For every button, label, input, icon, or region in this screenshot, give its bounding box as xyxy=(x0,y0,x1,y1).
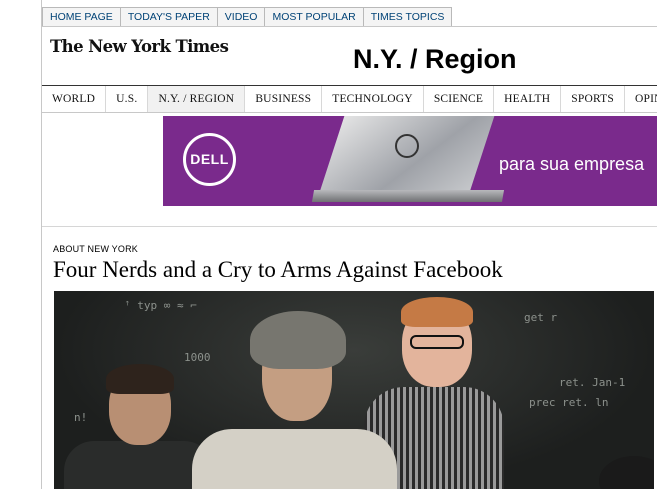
page: HOME PAGE TODAY'S PAPER VIDEO MOST POPUL… xyxy=(41,0,657,489)
top-nav-video[interactable]: VIDEO xyxy=(216,7,265,27)
person-four-head xyxy=(599,456,654,489)
top-nav-home-page[interactable]: HOME PAGE xyxy=(42,7,120,27)
section-nav-ny-region[interactable]: N.Y. / REGION xyxy=(148,86,246,112)
dell-logo-text: DELL xyxy=(190,151,229,167)
top-nav-todays-paper[interactable]: TODAY'S PAPER xyxy=(119,7,217,27)
glasses-icon xyxy=(410,335,464,349)
laptop-base-image xyxy=(311,190,505,202)
article-photo: ꜛ typ ∞ ≈ ⌐ 1000 get r ret. Jan-1 prec r… xyxy=(54,291,654,489)
section-nav-world[interactable]: WORLD xyxy=(42,86,107,112)
chalkboard-scribble: get r xyxy=(524,311,558,324)
person-two-body xyxy=(192,429,397,489)
person-two-beanie xyxy=(250,311,346,369)
top-nav: HOME PAGE TODAY'S PAPER VIDEO MOST POPUL… xyxy=(42,7,453,27)
article-headline: Four Nerds and a Cry to Arms Against Fac… xyxy=(53,257,503,282)
top-nav-divider xyxy=(42,26,657,27)
section-nav-science[interactable]: SCIENCE xyxy=(424,86,495,112)
section-nav-opinion[interactable]: OPINION xyxy=(625,86,657,112)
chalkboard-scribble: ret. Jan-1 xyxy=(559,376,626,389)
chalkboard-scribble: ꜛ typ ∞ ≈ ⌐ xyxy=(124,299,197,312)
section-nav: WORLD U.S. N.Y. / REGION BUSINESS TECHNO… xyxy=(42,85,657,113)
top-nav-most-popular[interactable]: MOST POPULAR xyxy=(264,7,363,27)
section-title: N.Y. / Region xyxy=(353,44,517,74)
article-kicker[interactable]: ABOUT NEW YORK xyxy=(53,244,138,254)
chalkboard-scribble: prec ret. ln xyxy=(529,396,609,409)
content-divider xyxy=(42,226,657,227)
top-nav-times-topics[interactable]: TIMES TOPICS xyxy=(362,7,453,27)
dell-banner-ad[interactable]: DELL para sua empresa xyxy=(163,116,657,206)
section-nav-sports[interactable]: SPORTS xyxy=(561,86,625,112)
nyt-logo[interactable]: The New York Times xyxy=(50,37,229,56)
chalkboard-scribble: n! xyxy=(74,411,88,424)
ad-tagline: para sua empresa xyxy=(499,154,645,174)
chalkboard-scribble: 1000 xyxy=(184,351,211,364)
person-three-hair xyxy=(401,297,473,327)
section-nav-health[interactable]: HEALTH xyxy=(494,86,562,112)
section-nav-technology[interactable]: TECHNOLOGY xyxy=(322,86,424,112)
section-nav-us[interactable]: U.S. xyxy=(106,86,149,112)
laptop-logo-icon xyxy=(395,134,419,158)
section-nav-business[interactable]: BUSINESS xyxy=(245,86,323,112)
person-one-hair xyxy=(106,364,174,394)
